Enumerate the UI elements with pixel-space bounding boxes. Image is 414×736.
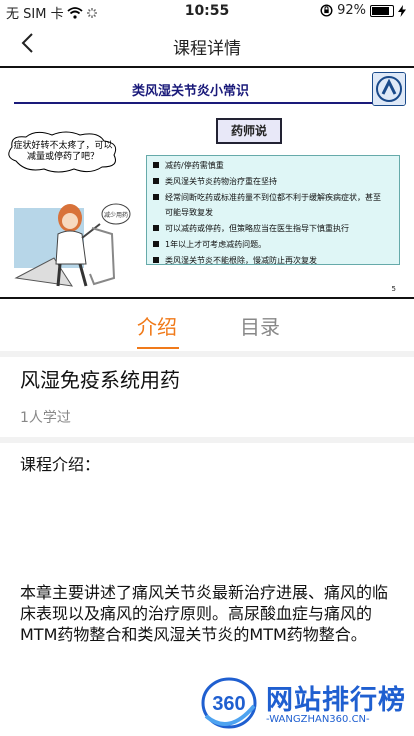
active-tab-indicator [137,347,179,349]
intro-label: 课程介绍： [20,455,101,474]
thought-bubble: 症状好转不太疼了，可以减量或停药了吧？ [4,131,122,173]
slide-bullet: 类风湿关节炎不能根除，慢减防止再次复发 [153,253,393,269]
battery-percent: 92% [337,3,366,18]
slide-page-number: 5 [391,285,396,293]
bubble-text: 症状好转不太疼了，可以减量或停药了吧？ [13,141,113,162]
watermark-logo-icon: 360 [201,677,257,729]
slide-bullet: 减药/停药需慎重 [153,158,393,174]
course-title: 风湿免疫系统用药 [20,368,180,392]
orientation-lock-icon [320,4,333,17]
woman-illustration: 减少用药 [14,203,131,287]
slide-bullet: 类风湿关节炎药物治疗重在坚持 [153,174,393,190]
tab-intro[interactable]: 介绍 [137,311,177,340]
page-title: 课程详情 [173,39,241,59]
section-divider [0,437,414,443]
site-watermark: 360 网站排行榜 -WANGZHAN360.CN- [198,676,410,734]
nav-bar: 课程详情 [0,22,414,66]
battery-icon [370,4,394,17]
slide-divider [14,102,376,104]
charging-icon [398,4,406,17]
slide-bullet-continued: 可能导致复发 [165,208,213,218]
watermark-url: -WANGZHAN360.CN- [266,714,370,725]
watermark-number: 360 [212,693,245,715]
intro-text: 本章主要讲述了痛风关节炎最新治疗进展、痛风的临床表现以及痛风的治疗原则。高尿酸血… [20,583,389,644]
course-slide-image: 类风湿关节炎小常识 药师说 症状好转不太疼了，可以减量或停药了吧？ 减少用药 减… [0,66,414,299]
hospital-logo-icon [372,72,406,106]
slide-bullet-box: 减药/停药需慎重 类风湿关节炎药物治疗重在坚持 经常间断吃药或标准药量不到位都不… [146,155,400,265]
slide-title: 类风湿关节炎小常识 [132,84,250,99]
section-divider [0,351,414,357]
watermark-title: 网站排行榜 [266,685,406,716]
status-bar: 无 SIM 卡 10:55 92% [0,0,414,22]
tab-bar: 介绍 目录 [0,299,414,351]
slide-bullet: 可以减药或停药，但策略应当在医生指导下慎重执行 [153,221,393,237]
slide-bullet: 经常间断吃药或标准药量不到位都不利于缓解疾病症状，甚至 [153,190,393,206]
slide-bullet: 1年以上才可考虑减药问题。 [153,237,393,253]
sign-text: 减少用药 [104,211,128,219]
learner-count: 1人学过 [20,410,71,426]
tab-catalog[interactable]: 目录 [240,311,280,340]
pharmacist-badge: 药师说 [216,118,282,144]
status-right: 92% [320,3,406,18]
